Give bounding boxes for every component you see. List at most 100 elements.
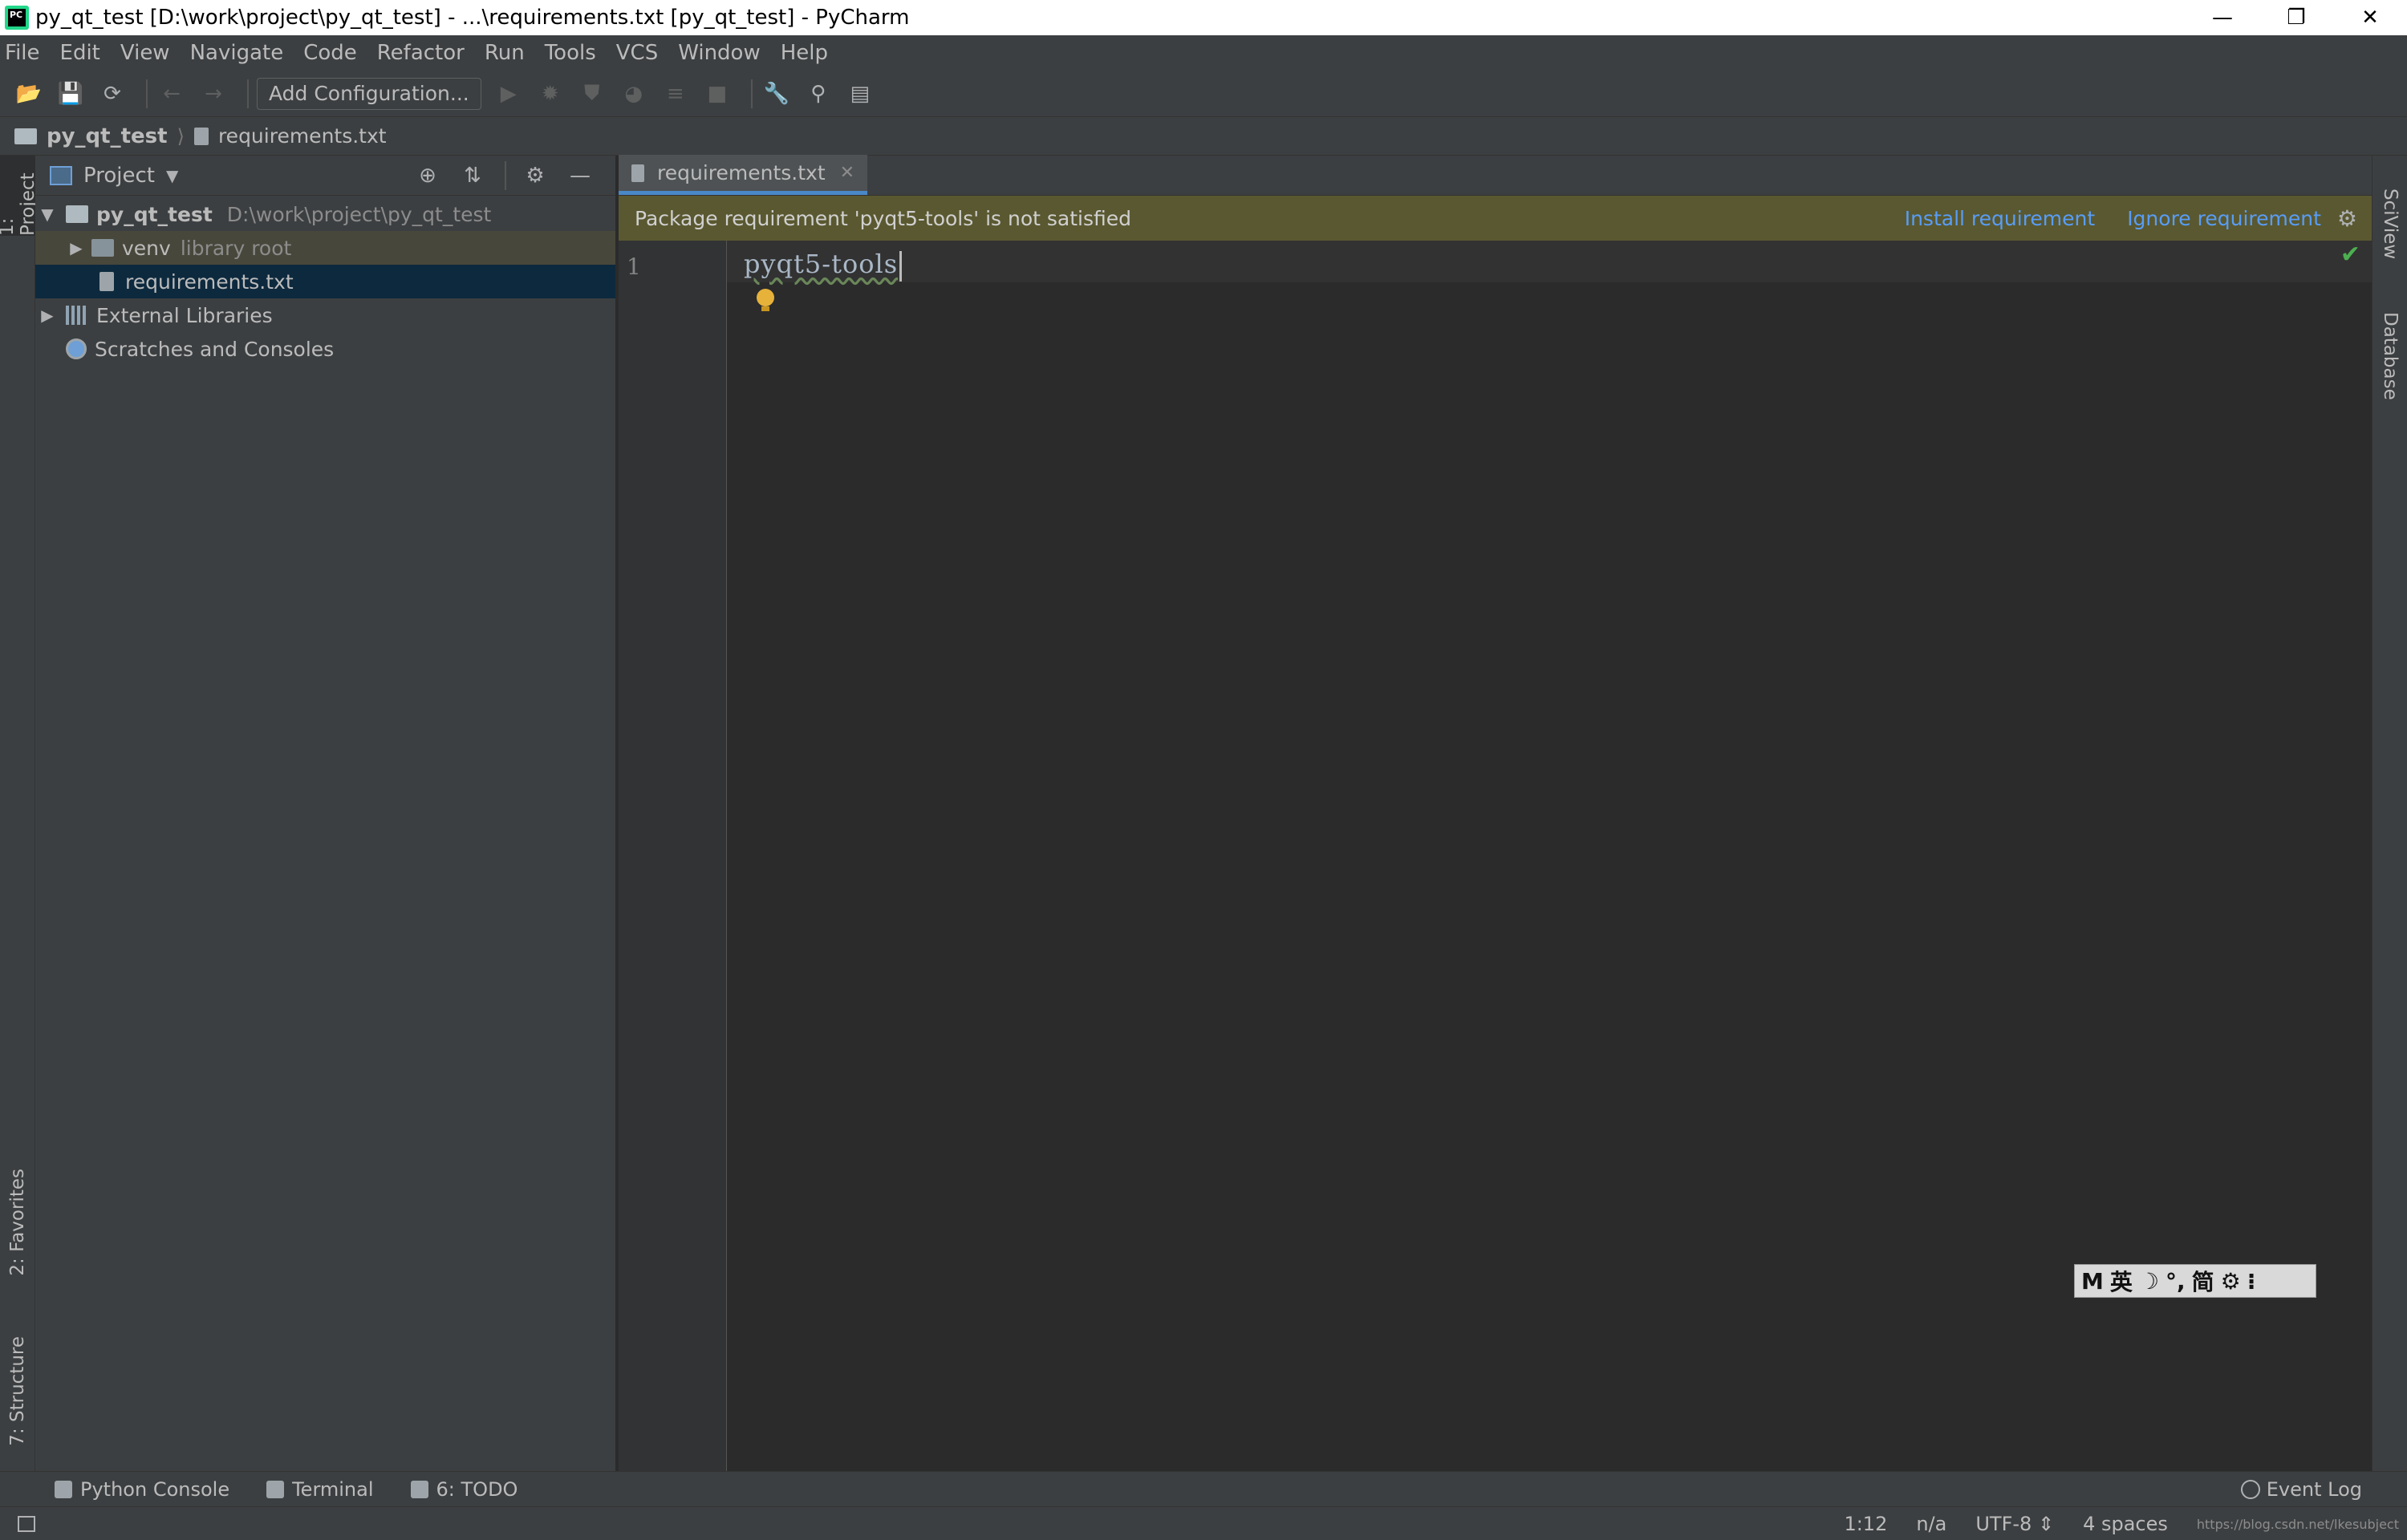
expand-arrow-icon[interactable]: ▶	[35, 306, 59, 325]
tree-item-scratches[interactable]: Scratches and Consoles	[35, 332, 615, 366]
list-icon	[410, 1480, 428, 1498]
line-number: 1	[627, 253, 641, 280]
ime-punctuation[interactable]: °,	[2165, 1268, 2186, 1295]
menu-tools[interactable]: Tools	[545, 41, 596, 65]
project-panel: Project ▼ ⊕ ⇅ ⚙ — ▼ py_qt_test D:\work\p…	[35, 156, 617, 1471]
breadcrumb-project[interactable]: py_qt_test	[47, 124, 168, 148]
checkmark-icon: ✔	[2340, 241, 2360, 269]
line-separator-status[interactable]: n/a	[1916, 1513, 1946, 1535]
menu-bar: File Edit View Navigate Code Refactor Ru…	[0, 35, 2407, 71]
tool-tab-favorites[interactable]: 2: Favorites	[0, 1158, 35, 1287]
encoding-status[interactable]: UTF-8 ⇕	[1975, 1513, 2054, 1535]
ignore-requirement-link[interactable]: Ignore requirement	[2127, 207, 2321, 230]
wrench-icon[interactable]: 🔧	[761, 78, 793, 110]
close-tab-icon[interactable]: ✕	[840, 163, 854, 183]
locate-target-icon[interactable]: ⊕	[412, 160, 444, 192]
menu-file[interactable]: File	[5, 41, 40, 65]
stop-icon[interactable]: ■	[701, 78, 733, 110]
open-folder-icon[interactable]: 📂	[13, 78, 45, 110]
caret-position[interactable]: 1:12	[1844, 1513, 1887, 1535]
folder-icon	[14, 128, 37, 144]
terminal-icon	[266, 1480, 285, 1498]
tool-tab-database[interactable]: Database	[2372, 300, 2407, 412]
toolbar-separator	[505, 161, 506, 190]
left-tool-strip: 1: Project 2: Favorites 7: Structure	[0, 156, 39, 1471]
back-icon[interactable]: ←	[156, 78, 188, 110]
search-icon[interactable]: ⚲	[802, 78, 834, 110]
toolbar-separator	[247, 79, 249, 108]
menu-navigate[interactable]: Navigate	[190, 41, 284, 65]
toggle-tool-windows-icon[interactable]	[18, 1515, 35, 1532]
tool-tab-project[interactable]: 1: Project	[0, 156, 39, 236]
ime-simplified[interactable]: 简	[2192, 1265, 2214, 1297]
concurrency-icon[interactable]: ≡	[660, 78, 692, 110]
code-line[interactable]: pyqt5-tools	[744, 249, 903, 282]
close-window-button[interactable]: ✕	[2333, 0, 2407, 35]
breadcrumb-file[interactable]: requirements.txt	[218, 124, 387, 148]
expand-arrow-icon[interactable]: ▶	[64, 238, 88, 257]
tree-item-root[interactable]: ▼ py_qt_test D:\work\project\py_qt_test	[35, 197, 615, 231]
project-view-title[interactable]: Project	[83, 164, 155, 188]
tool-tab-terminal[interactable]: Terminal	[266, 1478, 374, 1501]
event-log-button[interactable]: Event Log	[2240, 1472, 2362, 1507]
menu-refactor[interactable]: Refactor	[377, 41, 465, 65]
scratches-icon	[66, 338, 87, 359]
lightbulb-icon[interactable]	[757, 289, 774, 311]
tree-item-venv[interactable]: ▶ venv library root	[35, 231, 615, 265]
tree-item-requirements[interactable]: requirements.txt	[35, 265, 615, 298]
project-panel-header: Project ▼ ⊕ ⇅ ⚙ —	[35, 156, 615, 196]
expand-arrow-icon[interactable]: ▼	[35, 205, 59, 224]
chevron-down-icon[interactable]: ▼	[166, 166, 178, 185]
forward-icon[interactable]: →	[197, 78, 229, 110]
menu-help[interactable]: Help	[781, 41, 828, 65]
requirement-banner: Package requirement 'pyqt5-tools' is not…	[619, 196, 2372, 241]
menu-window[interactable]: Window	[678, 41, 761, 65]
text-file-icon	[193, 127, 209, 145]
save-icon[interactable]: 💾	[55, 78, 87, 110]
run-icon[interactable]: ▶	[493, 78, 525, 110]
tree-item-label: Scratches and Consoles	[95, 337, 335, 361]
tree-item-label: py_qt_test	[96, 202, 213, 226]
more-icon[interactable]: ⁝	[2247, 1268, 2256, 1295]
terminal-structure-icon[interactable]: ▤	[844, 78, 876, 110]
python-icon	[55, 1480, 72, 1498]
tool-tab-structure[interactable]: 7: Structure	[0, 1323, 35, 1459]
gear-icon[interactable]: ⚙	[2337, 205, 2357, 232]
tool-tab-todo[interactable]: 6: TODO	[410, 1478, 518, 1501]
gear-icon[interactable]: ⚙	[2221, 1268, 2241, 1295]
collapse-all-icon[interactable]: ⇅	[457, 160, 489, 192]
coverage-icon[interactable]: ⛊	[576, 78, 608, 110]
menu-view[interactable]: View	[120, 41, 170, 65]
main-toolbar: 📂 💾 ⟳ ← → Add Configuration... ▶ ✹ ⛊ ◕ ≡…	[0, 71, 2407, 117]
event-log-icon	[2240, 1480, 2260, 1499]
add-configuration-button[interactable]: Add Configuration...	[257, 77, 481, 110]
minimize-button[interactable]: —	[2186, 0, 2259, 35]
ime-toolbar[interactable]: M 英 ☽ °, 简 ⚙ ⁝	[2074, 1264, 2316, 1298]
text-file-icon	[99, 272, 114, 291]
indent-status[interactable]: 4 spaces	[2083, 1513, 2168, 1535]
watermark: https://blog.csdn.net/lkesubject	[2196, 1516, 2399, 1532]
tool-tab-sciview[interactable]: SciView	[2372, 172, 2407, 276]
tree-item-external-libraries[interactable]: ▶ External Libraries	[35, 298, 615, 332]
restore-button[interactable]: ❐	[2259, 0, 2333, 35]
install-requirement-link[interactable]: Install requirement	[1905, 207, 2095, 230]
text-caret	[899, 250, 903, 282]
hide-panel-icon[interactable]: —	[564, 160, 596, 192]
text-file-icon	[631, 164, 644, 182]
menu-code[interactable]: Code	[303, 41, 357, 65]
tree-item-label: requirements.txt	[125, 270, 294, 294]
ime-language[interactable]: 英	[2110, 1265, 2133, 1297]
menu-edit[interactable]: Edit	[60, 41, 100, 65]
tool-tab-python-console[interactable]: Python Console	[55, 1478, 229, 1501]
profile-icon[interactable]: ◕	[618, 78, 650, 110]
debug-icon[interactable]: ✹	[534, 78, 566, 110]
menu-run[interactable]: Run	[485, 41, 525, 65]
tab-requirements[interactable]: requirements.txt ✕	[619, 155, 868, 195]
ime-mode[interactable]: M	[2081, 1268, 2104, 1295]
status-bar: 1:12 n/a UTF-8 ⇕ 4 spaces https://blog.c…	[0, 1506, 2407, 1540]
gear-icon[interactable]: ⚙	[519, 160, 551, 192]
menu-vcs[interactable]: VCS	[616, 41, 658, 65]
folder-icon	[66, 205, 88, 223]
moon-icon[interactable]: ☽	[2139, 1268, 2159, 1295]
sync-icon[interactable]: ⟳	[96, 78, 128, 110]
